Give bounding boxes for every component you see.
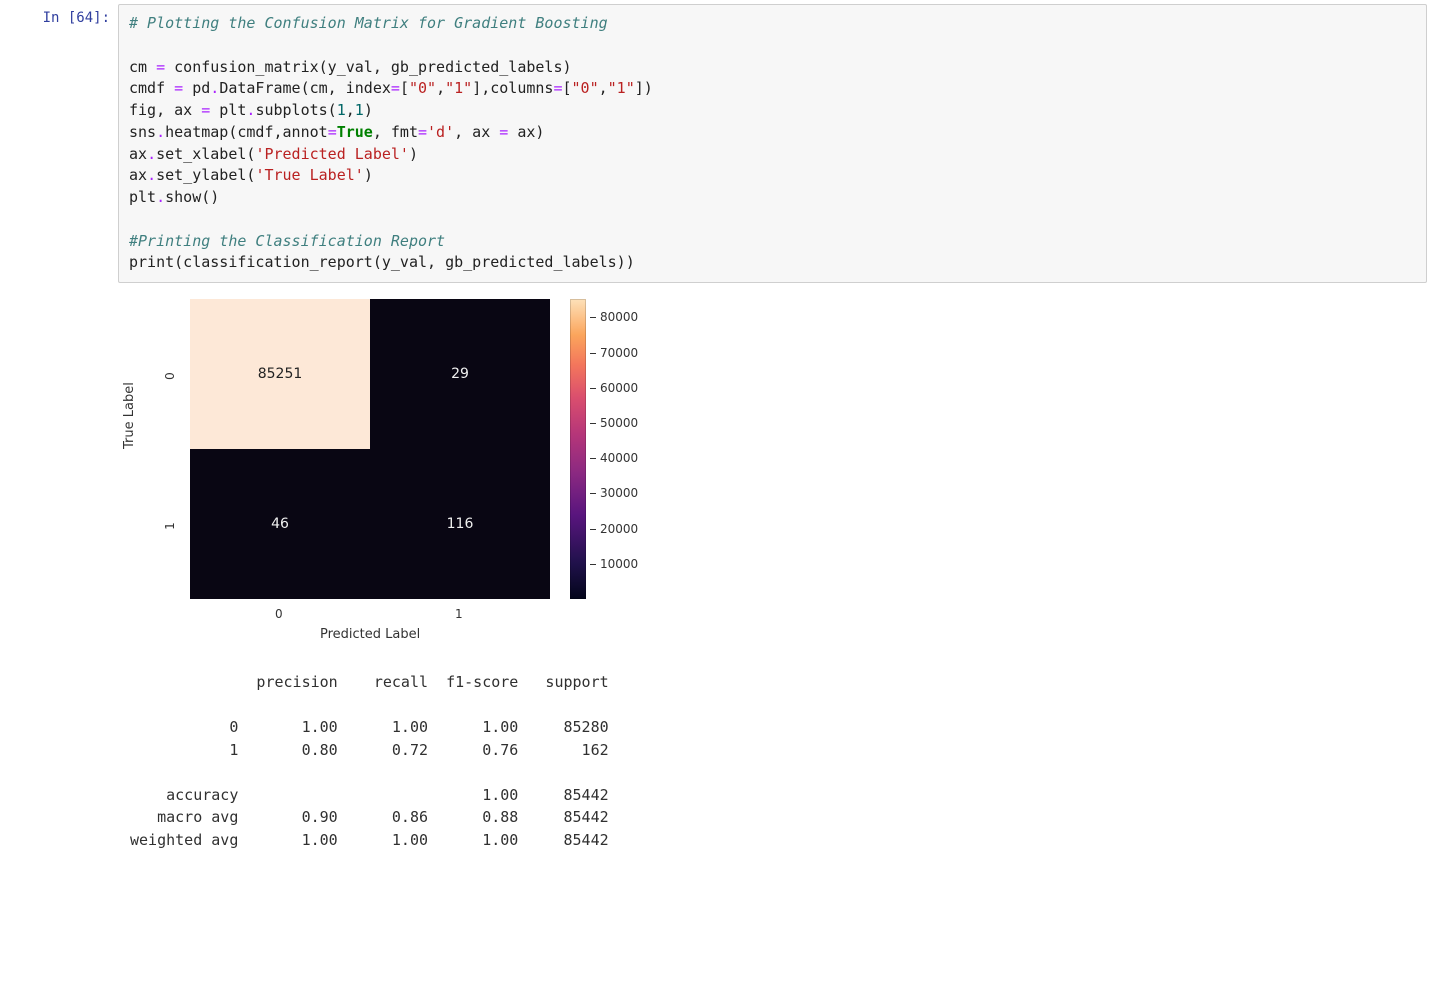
cbar-label-60000: 60000 (600, 381, 638, 395)
cbar-label-30000: 30000 (600, 486, 638, 500)
code-cell: In [64]: # Plotting the Confusion Matrix… (0, 4, 1441, 283)
heatmap-cell-1-0: 46 (190, 449, 370, 599)
heatmap-cell-0-0: 85251 (190, 299, 370, 449)
cbar-label-50000: 50000 (600, 416, 638, 430)
cbar-label-80000: 80000 (600, 310, 638, 324)
x-axis-label: Predicted Label (320, 627, 420, 642)
y-tick-1: 1 (163, 516, 177, 536)
code-input-area[interactable]: # Plotting the Confusion Matrix for Grad… (118, 4, 1427, 283)
code-block: # Plotting the Confusion Matrix for Grad… (129, 13, 1416, 274)
colorbar (570, 299, 586, 599)
cbar-label-70000: 70000 (600, 346, 638, 360)
cbar-tick (590, 529, 596, 530)
cbar-tick (590, 493, 596, 494)
classification-report: precision recall f1-score support 0 1.00… (130, 671, 1441, 851)
output-area: True Label 0 1 85251 29 46 116 0 1 Predi… (110, 283, 1441, 851)
prompt-label: In [64]: (43, 10, 110, 26)
cbar-label-40000: 40000 (600, 451, 638, 465)
cbar-label-20000: 20000 (600, 522, 638, 536)
cbar-tick (590, 458, 596, 459)
cbar-tick (590, 388, 596, 389)
input-prompt: In [64]: (0, 4, 118, 26)
y-tick-0: 0 (163, 366, 177, 386)
cbar-tick (590, 564, 596, 565)
confusion-matrix-heatmap: True Label 0 1 85251 29 46 116 0 1 Predi… (130, 299, 710, 659)
cbar-tick (590, 353, 596, 354)
x-tick-1: 1 (455, 607, 463, 621)
heatmap-grid: 85251 29 46 116 (190, 299, 550, 599)
heatmap-cell-0-1: 29 (370, 299, 550, 449)
cbar-tick (590, 423, 596, 424)
y-axis-label: True Label (122, 382, 137, 449)
cbar-label-10000: 10000 (600, 557, 638, 571)
cbar-tick (590, 317, 596, 318)
heatmap-cell-1-1: 116 (370, 449, 550, 599)
x-tick-0: 0 (275, 607, 283, 621)
